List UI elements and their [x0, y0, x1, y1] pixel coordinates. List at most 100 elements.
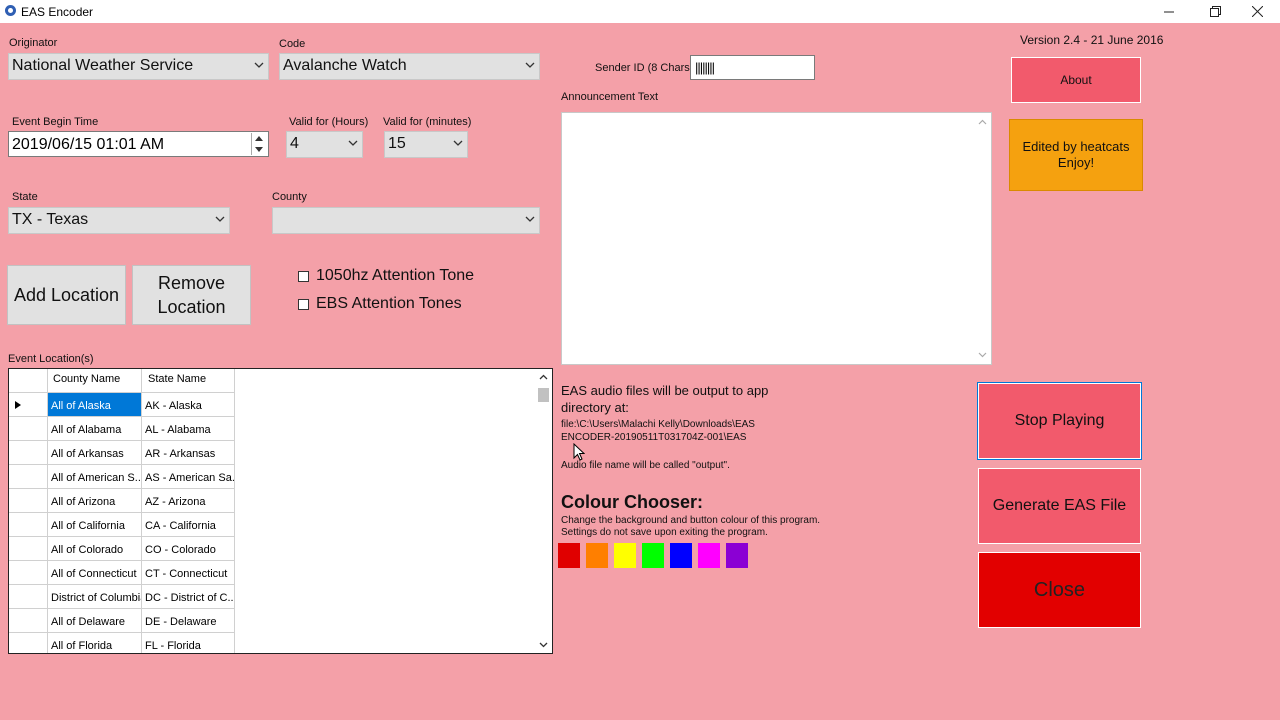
close-button[interactable]: Close: [978, 552, 1141, 628]
county-name-cell[interactable]: All of Connecticut: [48, 561, 142, 585]
row-header[interactable]: [9, 417, 48, 441]
table-row[interactable]: All of Arkansas AR - Arkansas: [9, 441, 235, 465]
hours-select[interactable]: 4: [286, 131, 363, 158]
tone-ebs-label: EBS Attention Tones: [316, 295, 462, 312]
county-name-cell[interactable]: District of Columbia: [48, 585, 142, 609]
hours-label: Valid for (Hours): [289, 116, 369, 128]
colour-swatch-orange[interactable]: [586, 543, 608, 568]
tone-ebs-checkbox[interactable]: EBS Attention Tones: [298, 295, 462, 313]
minutes-select[interactable]: 15: [384, 131, 468, 158]
announcement-textarea[interactable]: [561, 112, 992, 365]
colour-swatch-magenta[interactable]: [698, 543, 720, 568]
generate-eas-button[interactable]: Generate EAS File: [978, 468, 1141, 544]
about-button[interactable]: About: [1011, 57, 1141, 103]
chevron-down-icon[interactable]: [978, 350, 987, 359]
state-name-cell[interactable]: AK - Alaska: [142, 393, 235, 417]
spin-up-icon[interactable]: [255, 135, 263, 142]
table-row[interactable]: All of Colorado CO - Colorado: [9, 537, 235, 561]
row-header[interactable]: [9, 489, 48, 513]
state-name-cell[interactable]: DE - Delaware: [142, 609, 235, 633]
colour-swatch-red[interactable]: [558, 543, 580, 568]
grid-scrollbar[interactable]: [535, 369, 552, 653]
row-header[interactable]: [9, 513, 48, 537]
state-name-cell[interactable]: AS - American Sa...: [142, 465, 235, 489]
state-name-cell[interactable]: CT - Connecticut: [142, 561, 235, 585]
county-name-cell[interactable]: All of American S...: [48, 465, 142, 489]
state-name-header[interactable]: State Name: [142, 369, 235, 393]
output-line-1: EAS audio files will be output to app: [561, 383, 769, 398]
state-name-cell[interactable]: DC - District of C...: [142, 585, 235, 609]
chevron-down-icon[interactable]: [539, 640, 548, 649]
colour-chooser-desc: Change the background and button colour …: [561, 515, 820, 539]
row-header-corner: [9, 369, 48, 393]
remove-location-label-2: Location: [157, 297, 226, 317]
code-select[interactable]: Avalanche Watch: [279, 53, 540, 80]
spin-down-icon[interactable]: [255, 146, 263, 153]
table-row[interactable]: All of Arizona AZ - Arizona: [9, 489, 235, 513]
time-spinner[interactable]: [251, 133, 267, 155]
state-name-cell[interactable]: CO - Colorado: [142, 537, 235, 561]
close-window-button[interactable]: [1234, 0, 1280, 23]
state-select[interactable]: TX - Texas: [8, 207, 230, 234]
county-name-cell[interactable]: All of California: [48, 513, 142, 537]
county-name-cell[interactable]: All of Alaska: [48, 393, 142, 417]
county-name-header[interactable]: County Name: [48, 369, 142, 393]
cursor-icon: [573, 443, 585, 461]
chevron-up-icon[interactable]: [539, 373, 548, 382]
close-icon: [1251, 6, 1263, 17]
county-name-cell[interactable]: All of Alabama: [48, 417, 142, 441]
originator-select[interactable]: National Weather Service: [8, 53, 269, 80]
row-header[interactable]: [9, 393, 48, 417]
event-locations-grid[interactable]: County Name State Name All of Alaska AK -…: [8, 368, 553, 654]
announcement-scrollbar[interactable]: [974, 113, 991, 364]
tone-1050-checkbox[interactable]: 1050hz Attention Tone: [298, 267, 474, 285]
row-header[interactable]: [9, 537, 48, 561]
remove-location-button[interactable]: Remove Location: [132, 265, 251, 325]
table-row[interactable]: All of Alabama AL - Alabama: [9, 417, 235, 441]
state-name-cell[interactable]: AZ - Arizona: [142, 489, 235, 513]
scrollbar-thumb[interactable]: [538, 388, 549, 402]
tone-ebs-box[interactable]: [298, 298, 309, 310]
chevron-up-icon[interactable]: [978, 118, 987, 127]
credit-line-2: Enjoy!: [1057, 155, 1095, 170]
county-select[interactable]: [272, 207, 540, 234]
row-header[interactable]: [9, 585, 48, 609]
row-header[interactable]: [9, 633, 48, 653]
announcement-label: Announcement Text: [561, 91, 659, 103]
state-name-cell[interactable]: CA - California: [142, 513, 235, 537]
stop-playing-button[interactable]: Stop Playing: [977, 382, 1142, 460]
tone-1050-box[interactable]: [298, 270, 309, 282]
table-row[interactable]: All of Connecticut CT - Connecticut: [9, 561, 235, 585]
state-name-cell[interactable]: AR - Arkansas: [142, 441, 235, 465]
row-header[interactable]: [9, 465, 48, 489]
colour-swatch-purple[interactable]: [726, 543, 748, 568]
output-filename: Audio file name will be called "output".: [561, 460, 730, 471]
county-name-cell[interactable]: All of Colorado: [48, 537, 142, 561]
table-row[interactable]: All of Alaska AK - Alaska: [9, 393, 235, 417]
colour-swatch-yellow[interactable]: [614, 543, 636, 568]
colour-swatch-green[interactable]: [642, 543, 664, 568]
add-location-button[interactable]: Add Location: [7, 265, 126, 325]
county-name-cell[interactable]: All of Arkansas: [48, 441, 142, 465]
version-text: Version 2.4 - 21 June 2016: [1020, 33, 1164, 47]
state-name-cell[interactable]: FL - Florida: [142, 633, 235, 653]
county-name-cell[interactable]: All of Florida: [48, 633, 142, 653]
row-header[interactable]: [9, 441, 48, 465]
table-row[interactable]: All of Florida FL - Florida: [9, 633, 235, 653]
row-header[interactable]: [9, 561, 48, 585]
county-name-cell[interactable]: All of Arizona: [48, 489, 142, 513]
county-name-cell[interactable]: All of Delaware: [48, 609, 142, 633]
credit-box: Edited by heatcats Enjoy!: [1009, 119, 1143, 191]
begin-time-picker[interactable]: 2019/06/15 01:01 AM: [8, 131, 269, 157]
minimize-button[interactable]: [1146, 0, 1192, 23]
county-label: County: [272, 191, 307, 203]
state-name-cell[interactable]: AL - Alabama: [142, 417, 235, 441]
table-row[interactable]: All of Delaware DE - Delaware: [9, 609, 235, 633]
table-row[interactable]: All of California CA - California: [9, 513, 235, 537]
sender-id-input[interactable]: ||||||||: [690, 55, 815, 80]
table-row[interactable]: District of Columbia DC - District of C..…: [9, 585, 235, 609]
table-row[interactable]: All of American S... AS - American Sa...: [9, 465, 235, 489]
row-header[interactable]: [9, 609, 48, 633]
restore-button[interactable]: [1192, 0, 1238, 23]
colour-swatch-blue[interactable]: [670, 543, 692, 568]
